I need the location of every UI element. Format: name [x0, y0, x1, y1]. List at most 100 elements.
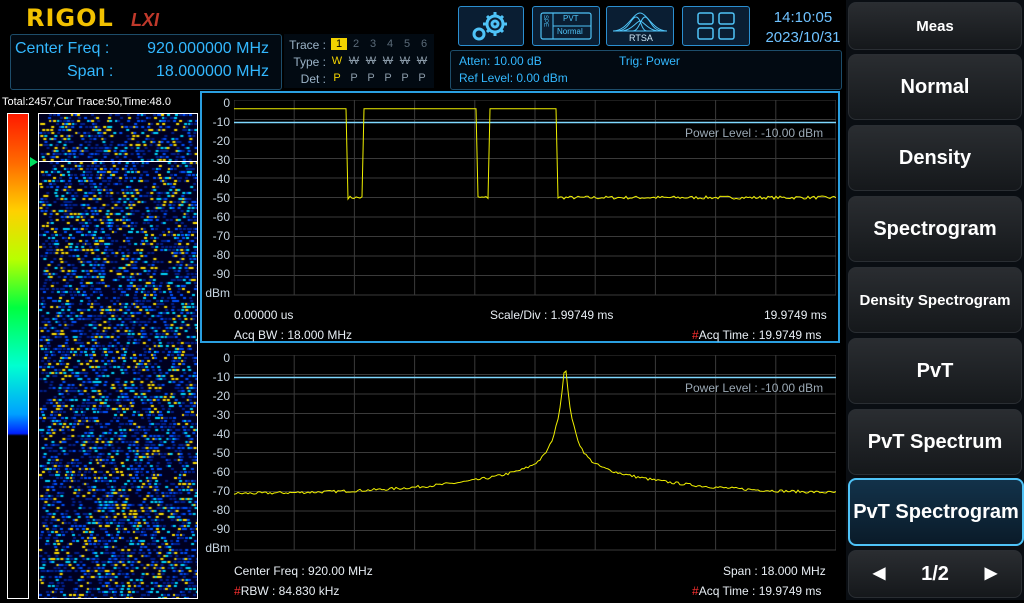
ref-level-value: Ref Level: 0.00 dBm: [459, 71, 568, 85]
trace-det: P: [367, 72, 375, 84]
center-freq-label: Center Freq :: [15, 40, 110, 57]
trace-number[interactable]: 2: [348, 38, 364, 50]
trace-det-row: P P P P P P: [329, 72, 430, 84]
frequency-panel[interactable]: Center Freq : 920.000000 MHz Span : 18.0…: [10, 34, 282, 90]
det-label: Det :: [300, 72, 326, 86]
trace-type: W: [365, 55, 377, 67]
trigger-value: Trig: Power: [619, 54, 680, 68]
y-tick: -40: [212, 172, 230, 186]
trace-type: W: [399, 55, 411, 67]
trace-det: P: [418, 72, 426, 84]
pvt-mode-button[interactable]: SPE PVT Normal: [532, 6, 600, 46]
spectrogram-waterfall[interactable]: [38, 113, 198, 599]
trace-panel[interactable]: Trace : Type : Det : 1 2 3 4 5 6 W W W W…: [284, 34, 434, 88]
y-tick: -80: [212, 503, 230, 517]
trace-number[interactable]: 6: [416, 38, 432, 50]
y-tick: -50: [212, 191, 230, 205]
span-label: Span :: [67, 63, 114, 80]
status-panel[interactable]: Atten: 10.00 dB Ref Level: 0.00 dBm Trig…: [450, 50, 842, 90]
pvt-start-time: 0.00000 us: [234, 308, 294, 322]
page-prev-icon[interactable]: ◀: [873, 563, 885, 583]
y-tick: -50: [212, 446, 230, 460]
pvt-side-label: SPE: [542, 15, 548, 28]
page-indicator: 1/2: [921, 562, 949, 585]
span-value[interactable]: 18.000000 MHz: [119, 63, 269, 81]
y-unit: dBm: [205, 541, 230, 555]
spectrum-span: Span : 18.000 MHz: [723, 564, 826, 578]
y-tick: 0: [223, 351, 230, 365]
measurement-menu: Meas Normal Density Spectrogram Density …: [846, 0, 1024, 600]
menu-item-pvt[interactable]: PvT: [848, 338, 1022, 404]
settings-button[interactable]: [458, 6, 524, 46]
y-tick: -60: [212, 210, 230, 224]
spectrum-rbw: #RBW : 84.830 kHz: [234, 584, 339, 598]
spectrum-acq-time-value: Acq Time : 19.9749 ms: [698, 584, 822, 598]
y-tick: -60: [212, 465, 230, 479]
pvt-acq-time-value: Acq Time : 19.9749 ms: [698, 328, 822, 342]
menu-item-pvt-spectrogram[interactable]: PvT Spectrogram: [848, 478, 1024, 546]
y-tick: -10: [212, 115, 230, 129]
layout-button[interactable]: [682, 6, 750, 46]
y-tick: -80: [212, 248, 230, 262]
menu-pager: ◀ 1/2 ▶: [848, 550, 1022, 598]
trace-det: P: [350, 72, 358, 84]
trace-det: P: [384, 72, 392, 84]
center-freq-value[interactable]: 920.000000 MHz: [119, 40, 269, 58]
lxi-logo: LXI: [131, 10, 160, 30]
rigol-logo: RIGOL: [26, 4, 114, 32]
menu-title: Meas: [848, 2, 1022, 50]
pvt-bottom-label: Normal: [557, 27, 583, 36]
spectrum-acq-time: #Acq Time : 19.9749 ms: [692, 584, 821, 598]
y-tick: -40: [212, 427, 230, 441]
current-trace-line: [38, 161, 198, 162]
pvt-top-label: PVT: [563, 14, 579, 23]
menu-item-spectrogram[interactable]: Spectrogram: [848, 196, 1022, 262]
y-tick: 0: [223, 96, 230, 110]
menu-item-density-spectrogram[interactable]: Density Spectrogram: [848, 267, 1022, 333]
trace-type: W: [416, 55, 428, 67]
menu-item-normal[interactable]: Normal: [848, 54, 1022, 120]
spectrogram-info: Total:2457,Cur Trace:50,Time:48.0: [2, 96, 171, 108]
trace-type: W: [331, 55, 343, 67]
menu-item-density[interactable]: Density: [848, 125, 1022, 191]
trace-marker-icon[interactable]: [30, 157, 38, 167]
y-tick: -70: [212, 229, 230, 243]
spectrum-power-level: Power Level : -10.00 dBm: [685, 381, 824, 395]
y-tick: -70: [212, 484, 230, 498]
atten-value: Atten: 10.00 dB: [459, 54, 542, 68]
y-tick: -30: [212, 153, 230, 167]
trace-number[interactable]: 5: [399, 38, 415, 50]
y-unit: dBm: [205, 286, 230, 300]
clock: 14:10:05 2023/10/31: [762, 8, 844, 48]
grid-layout-icon: [697, 12, 735, 40]
pvt-acq-time-mark: #: [692, 328, 699, 342]
pvt-power-level: Power Level : -10.00 dBm: [685, 126, 824, 140]
pvt-scale-div: Scale/Div : 1.99749 ms: [490, 308, 614, 322]
trace-det: P: [401, 72, 409, 84]
trace-number[interactable]: 1: [331, 38, 347, 50]
y-tick: -90: [212, 267, 230, 281]
type-label: Type :: [293, 55, 326, 69]
spectrum-rbw-mark: #: [234, 584, 241, 598]
trace-number[interactable]: 4: [382, 38, 398, 50]
rtsa-label: RTSA: [629, 33, 653, 43]
trace-type: W: [382, 55, 394, 67]
date-text: 2023/10/31: [765, 29, 841, 46]
spectrum-rbw-value: RBW : 84.830 kHz: [240, 584, 340, 598]
spectrum-center-freq: Center Freq : 920.00 MHz: [234, 564, 373, 578]
page-next-icon[interactable]: ▶: [985, 563, 997, 583]
y-tick: -20: [212, 134, 230, 148]
menu-item-pvt-spectrum[interactable]: PvT Spectrum: [848, 409, 1022, 475]
trace-type: W: [348, 55, 360, 67]
trace-number[interactable]: 3: [365, 38, 381, 50]
y-tick: -20: [212, 389, 230, 403]
y-tick: -30: [212, 408, 230, 422]
spectrum-acq-time-mark: #: [692, 584, 699, 598]
color-scale-bar: [7, 113, 29, 599]
time-text: 14:10:05: [773, 9, 833, 26]
rtsa-button[interactable]: RTSA: [606, 6, 674, 46]
trace-number-row: 1 2 3 4 5 6: [331, 38, 432, 50]
gear-icon: [472, 12, 507, 41]
trace-label: Trace :: [289, 38, 326, 52]
header-bar: RIGOL LXI Center Freq : 920.000000 MHz S…: [0, 0, 846, 92]
